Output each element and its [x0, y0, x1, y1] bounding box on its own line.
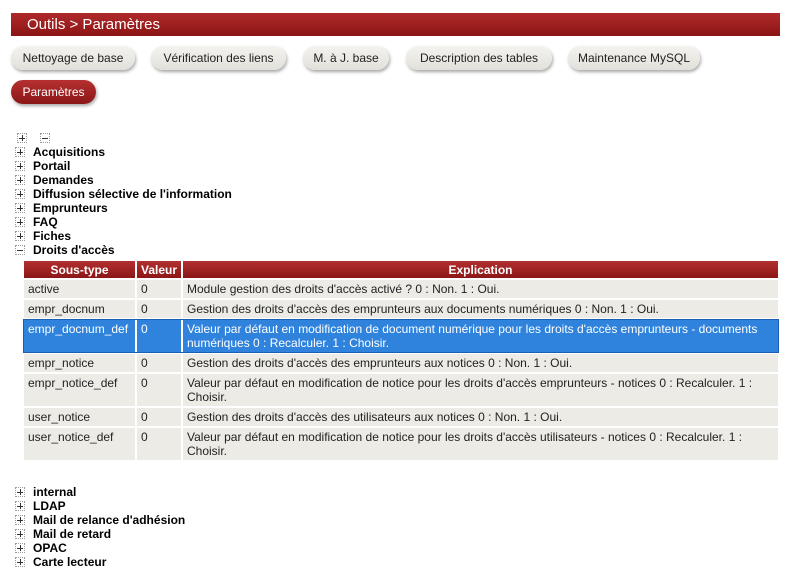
section-label: Fiches [33, 229, 72, 243]
expand-icon[interactable] [15, 175, 25, 185]
expand-icon[interactable] [15, 557, 25, 567]
table-row-selected[interactable]: empr_docnum_def 0 Valeur par défaut en m… [23, 319, 779, 353]
section-label: Emprunteurs [33, 201, 108, 215]
value-cell: 0 [137, 354, 181, 372]
subtype-cell: empr_notice_def [24, 374, 135, 406]
expand-icon[interactable] [15, 543, 25, 553]
explanation-cell: Valeur par défaut en modification de not… [183, 374, 778, 406]
column-header: Valeur [137, 261, 181, 278]
expand-icon[interactable] [15, 515, 25, 525]
collapse-icon[interactable] [15, 245, 25, 255]
page-title: Outils > Paramètres [11, 13, 780, 36]
expand-icon[interactable] [15, 203, 25, 213]
section-label: Portail [33, 159, 71, 173]
column-header: Explication [183, 261, 778, 278]
expand-all-icon[interactable] [17, 133, 27, 143]
expand-icon[interactable] [15, 529, 25, 539]
explanation-cell: Valeur par défaut en modification de not… [183, 428, 778, 460]
tab-verification-des-liens[interactable]: Vérification des liens [151, 46, 286, 70]
explanation-cell: Gestion des droits d'accès des emprunteu… [183, 354, 778, 372]
section-label: FAQ [33, 215, 58, 229]
subtype-cell: empr_docnum_def [24, 320, 135, 352]
table-row[interactable]: empr_notice_def 0 Valeur par défaut en m… [24, 374, 778, 406]
section-label: Mail de relance d'adhésion [33, 513, 186, 527]
expand-icon[interactable] [15, 217, 25, 227]
section-label: OPAC [33, 541, 67, 555]
value-cell: 0 [137, 300, 181, 318]
expand-icon[interactable] [15, 189, 25, 199]
section-label: Mail de retard [33, 527, 112, 541]
explanation-cell: Valeur par défaut en modification de doc… [183, 320, 778, 352]
subtype-cell: empr_docnum [24, 300, 135, 318]
section-label: LDAP [33, 499, 66, 513]
tab-description-des-tables[interactable]: Description des tables [406, 46, 552, 70]
expand-icon[interactable] [15, 501, 25, 511]
subtype-cell: empr_notice [24, 354, 135, 372]
table-row[interactable]: user_notice_def 0 Valeur par défaut en m… [24, 428, 778, 460]
table-row[interactable]: user_notice 0 Gestion des droits d'accès… [24, 408, 778, 426]
value-cell: 0 [137, 428, 181, 460]
expand-icon[interactable] [15, 147, 25, 157]
explanation-cell: Gestion des droits d'accès des emprunteu… [183, 300, 778, 318]
section-label: Carte lecteur [33, 555, 107, 569]
tab-maj-base[interactable]: M. à J. base [303, 46, 389, 70]
subtype-cell: user_notice [24, 408, 135, 426]
expand-icon[interactable] [15, 487, 25, 497]
table-header-row: Sous-type Valeur Explication [24, 261, 778, 278]
explanation-cell: Module gestion des droits d'accès activé… [183, 280, 778, 298]
section-label: Diffusion sélective de l'information [33, 187, 232, 201]
explanation-cell: Gestion des droits d'accès des utilisate… [183, 408, 778, 426]
value-cell: 0 [137, 320, 181, 352]
table-row[interactable]: empr_docnum 0 Gestion des droits d'accès… [24, 300, 778, 318]
table-row[interactable]: empr_notice 0 Gestion des droits d'accès… [24, 354, 778, 372]
tab-parametres[interactable]: Paramètres [11, 80, 96, 104]
value-cell: 0 [137, 374, 181, 406]
section-label: Acquisitions [33, 145, 106, 159]
expand-icon[interactable] [15, 161, 25, 171]
subtype-cell: user_notice_def [24, 428, 135, 460]
section-label: Demandes [33, 173, 94, 187]
table-row[interactable]: active 0 Module gestion des droits d'acc… [24, 280, 778, 298]
section-label: internal [33, 485, 77, 499]
expand-icon[interactable] [15, 231, 25, 241]
section-label: Droits d'accès [33, 243, 115, 257]
tab-maintenance-mysql[interactable]: Maintenance MySQL [568, 46, 700, 70]
column-header: Sous-type [24, 261, 135, 278]
subtype-cell: active [24, 280, 135, 298]
collapse-all-icon[interactable] [40, 133, 50, 143]
value-cell: 0 [137, 408, 181, 426]
value-cell: 0 [137, 280, 181, 298]
tab-nettoyage-de-base[interactable]: Nettoyage de base [11, 46, 135, 70]
parameters-table: Sous-type Valeur Explication active 0 Mo… [22, 259, 780, 462]
